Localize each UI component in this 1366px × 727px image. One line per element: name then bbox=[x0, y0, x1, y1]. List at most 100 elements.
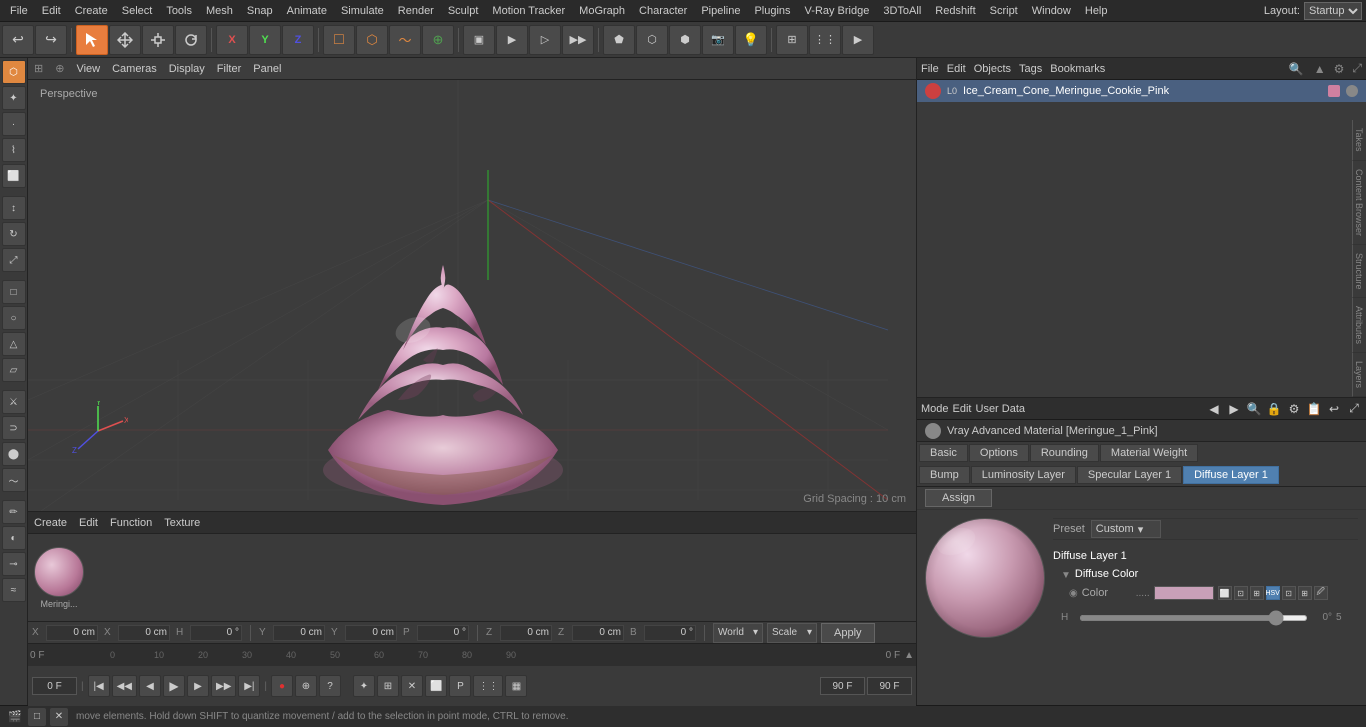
mat-menu-create[interactable]: Create bbox=[34, 517, 67, 529]
color-paste-icon[interactable]: ⊞ bbox=[1298, 586, 1312, 600]
menu-file[interactable]: File bbox=[4, 3, 34, 19]
tab-specular[interactable]: Specular Layer 1 bbox=[1077, 466, 1182, 484]
mp-copy-icon[interactable]: 📋 bbox=[1306, 401, 1322, 417]
status-icon-minimize[interactable]: □ bbox=[28, 708, 46, 726]
render-view-button[interactable]: ▶ bbox=[496, 25, 528, 55]
om-menu-objects[interactable]: Objects bbox=[974, 63, 1011, 75]
select-tool-button[interactable] bbox=[76, 25, 108, 55]
frame-start-value[interactable] bbox=[867, 677, 912, 695]
x-axis-button[interactable]: X bbox=[216, 25, 248, 55]
menu-redshift[interactable]: Redshift bbox=[929, 3, 981, 19]
mp-nav-fwd[interactable]: ▶ bbox=[1226, 401, 1242, 417]
tl-next-key[interactable]: ▶▶ bbox=[211, 675, 236, 697]
z-axis-button[interactable]: Z bbox=[282, 25, 314, 55]
polygon-obj-button[interactable]: ⬡ bbox=[356, 25, 388, 55]
mp-search-icon[interactable]: 🔍 bbox=[1246, 401, 1262, 417]
vp-menu-panel[interactable]: Panel bbox=[253, 63, 281, 75]
color-copy-icon[interactable]: ⊡ bbox=[1282, 586, 1296, 600]
menu-simulate[interactable]: Simulate bbox=[335, 3, 390, 19]
color-dropper-icon[interactable]: 🖉 bbox=[1314, 586, 1328, 600]
generator-button[interactable]: ⊕ bbox=[422, 25, 454, 55]
status-icon-cinema[interactable]: 🎬 bbox=[6, 708, 24, 726]
lt-paint[interactable]: ⬤ bbox=[2, 442, 26, 466]
tl-frame-end[interactable]: ▶| bbox=[238, 675, 260, 697]
mp-menu-mode[interactable]: Mode bbox=[921, 403, 949, 415]
mp-expand-icon[interactable]: ⤢ bbox=[1346, 401, 1362, 417]
lt-sphere[interactable]: ○ bbox=[2, 306, 26, 330]
grid-button[interactable]: ⋮⋮ bbox=[809, 25, 841, 55]
light-button[interactable]: 💡 bbox=[735, 25, 767, 55]
texture-button[interactable]: ⬢ bbox=[669, 25, 701, 55]
tl-next-frame[interactable]: ▶ bbox=[187, 675, 209, 697]
menu-render[interactable]: Render bbox=[392, 3, 440, 19]
menu-snap[interactable]: Snap bbox=[241, 3, 279, 19]
color-anim-icon[interactable]: ⊡ bbox=[1234, 586, 1248, 600]
tl-sel-all[interactable]: ⊞ bbox=[377, 675, 399, 697]
playback-button[interactable]: ▶ bbox=[842, 25, 874, 55]
status-icon-close[interactable]: ✕ bbox=[50, 708, 68, 726]
menu-tools[interactable]: Tools bbox=[160, 3, 198, 19]
lt-box[interactable]: □ bbox=[2, 280, 26, 304]
frame-end-value[interactable] bbox=[820, 677, 865, 695]
menu-plugins[interactable]: Plugins bbox=[748, 3, 796, 19]
tab-luminosity[interactable]: Luminosity Layer bbox=[971, 466, 1076, 484]
tl-options[interactable]: ⋮⋮ bbox=[473, 675, 503, 697]
preset-dropdown[interactable]: Custom ▾ bbox=[1091, 520, 1161, 538]
spline-button[interactable]: 〜 bbox=[389, 25, 421, 55]
z-pos-input[interactable] bbox=[500, 625, 552, 641]
x-pos-input[interactable] bbox=[46, 625, 98, 641]
tab-bump[interactable]: Bump bbox=[919, 466, 970, 484]
side-tab-layers[interactable]: Layers bbox=[1352, 353, 1366, 397]
menu-animate[interactable]: Animate bbox=[281, 3, 333, 19]
menu-3dtoall[interactable]: 3DToAll bbox=[877, 3, 927, 19]
y-pos-input[interactable] bbox=[273, 625, 325, 641]
color-swatch[interactable] bbox=[1154, 586, 1214, 600]
om-menu-file[interactable]: File bbox=[921, 63, 939, 75]
h-slider[interactable] bbox=[1079, 615, 1308, 621]
menu-pipeline[interactable]: Pipeline bbox=[695, 3, 746, 19]
lt-rotate[interactable]: ↻ bbox=[2, 222, 26, 246]
om-expand-icon[interactable]: ⤢ bbox=[1352, 61, 1362, 76]
lt-spline[interactable]: 〜 bbox=[2, 468, 26, 492]
render-region-button[interactable]: ▣ bbox=[463, 25, 495, 55]
viewport-canvas[interactable]: Perspective bbox=[28, 80, 916, 511]
mat-menu-edit[interactable]: Edit bbox=[79, 517, 98, 529]
y-axis-button[interactable]: Y bbox=[249, 25, 281, 55]
material-thumbnail[interactable] bbox=[34, 547, 84, 597]
mp-gear-icon[interactable]: ⚙ bbox=[1286, 401, 1302, 417]
tl-play[interactable]: ▶ bbox=[163, 675, 185, 697]
om-menu-edit[interactable]: Edit bbox=[947, 63, 966, 75]
shading-button[interactable]: ⬡ bbox=[636, 25, 668, 55]
mp-refresh-icon[interactable]: ↩ bbox=[1326, 401, 1342, 417]
menu-character[interactable]: Character bbox=[633, 3, 693, 19]
vp-menu-display[interactable]: Display bbox=[169, 63, 205, 75]
wireframe-button[interactable]: ⬟ bbox=[603, 25, 635, 55]
hsv-button[interactable]: HSV bbox=[1266, 586, 1280, 600]
vp-menu-filter[interactable]: Filter bbox=[217, 63, 241, 75]
tl-motion[interactable]: P bbox=[449, 675, 471, 697]
mp-lock-icon[interactable]: 🔒 bbox=[1266, 401, 1282, 417]
menu-sculpt[interactable]: Sculpt bbox=[442, 3, 485, 19]
tab-diffuse[interactable]: Diffuse Layer 1 bbox=[1183, 466, 1279, 484]
mp-menu-edit[interactable]: Edit bbox=[953, 403, 972, 415]
lt-sculpt[interactable]: ◐ bbox=[2, 526, 26, 550]
tl-timeline-toggle[interactable]: ▦ bbox=[505, 675, 527, 697]
color-tex-icon[interactable]: ⊞ bbox=[1250, 586, 1264, 600]
menu-help[interactable]: Help bbox=[1079, 3, 1114, 19]
menu-edit[interactable]: Edit bbox=[36, 3, 67, 19]
frame-end-icon[interactable]: ▲ bbox=[904, 650, 914, 661]
lt-cone[interactable]: △ bbox=[2, 332, 26, 356]
side-tab-attributes[interactable]: Attributes bbox=[1352, 298, 1366, 353]
menu-script[interactable]: Script bbox=[984, 3, 1024, 19]
tl-auto-key[interactable]: ⊕ bbox=[295, 675, 317, 697]
menu-motion-tracker[interactable]: Motion Tracker bbox=[486, 3, 571, 19]
tab-basic[interactable]: Basic bbox=[919, 444, 968, 462]
p-rot-input[interactable] bbox=[417, 625, 469, 641]
undo-button[interactable]: ↩ bbox=[2, 25, 34, 55]
vp-expand-icon[interactable]: ⊞ bbox=[34, 62, 43, 75]
lt-smear[interactable]: ⊸ bbox=[2, 552, 26, 576]
side-tab-structure[interactable]: Structure bbox=[1352, 245, 1366, 299]
om-up-icon[interactable]: ▲ bbox=[1314, 62, 1326, 76]
tl-del-key[interactable]: ✕ bbox=[401, 675, 423, 697]
lt-knife[interactable]: ⚔ bbox=[2, 390, 26, 414]
